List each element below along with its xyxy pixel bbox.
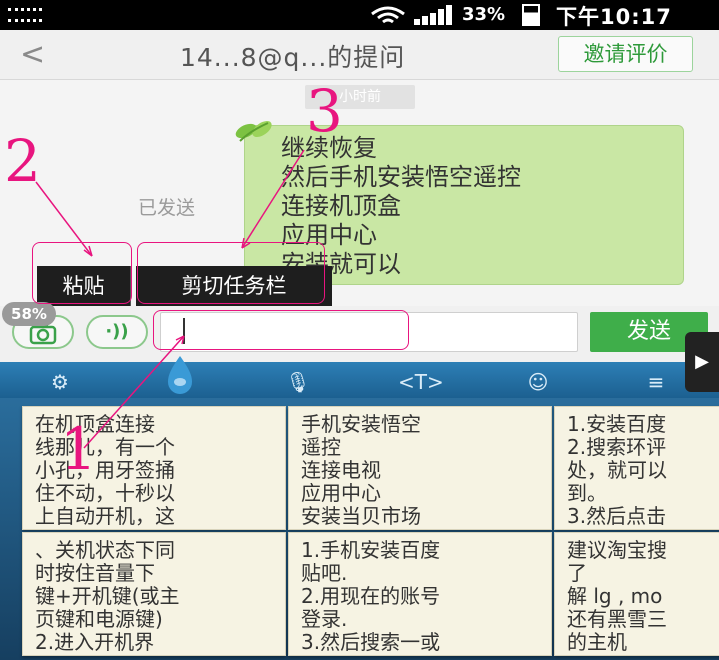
message-line: 连接机顶盒 [281, 192, 401, 220]
text-cursor-icon[interactable]: <T> [398, 368, 444, 396]
menu-icon[interactable]: ≡ [636, 368, 676, 396]
suggestion-line: 3.然后点击 [567, 504, 667, 528]
suggestion-line: 时按住音量下 [35, 561, 155, 585]
microphone-icon[interactable]: 🎙 [278, 368, 318, 396]
suggestion-line: 、关机状态下同 [35, 538, 175, 562]
voice-icon: ·)) [105, 321, 129, 342]
invite-review-button[interactable]: 邀请评价 [558, 36, 693, 72]
suggestion-line: 在机顶盒连接 [35, 412, 155, 436]
sent-status: 已发送 [138, 197, 196, 219]
text-caret [183, 318, 185, 344]
suggestion-card[interactable]: 在机顶盒连接 线那儿，有一个 小孔，用牙签捅 住不动，十秒以 上自动开机，这 [22, 406, 286, 530]
status-bar: 33% 下午10:17 [0, 0, 719, 30]
message-bubble[interactable]: 继续恢复 然后手机安装悟空遥控 连接机顶盒 应用中心 安装就可以 [244, 125, 684, 285]
suggestion-line: 解 lg , mo [567, 584, 663, 608]
suggestion-line: 线那儿，有一个 [35, 435, 175, 459]
leaf-icon [235, 121, 272, 142]
settings-icon[interactable]: ⚙ [40, 368, 80, 396]
voice-button[interactable]: ·)) [86, 315, 148, 349]
suggestion-line: 安装当贝市场 [301, 504, 421, 528]
message-line: 然后手机安装悟空遥控 [281, 163, 521, 191]
suggestion-line: 连接电视 [301, 458, 381, 482]
suggestion-panel: 在机顶盒连接 线那儿，有一个 小孔，用牙签捅 住不动，十秒以 上自动开机，这 手… [0, 398, 719, 660]
suggestion-line: 2.进入开机界 [35, 630, 155, 654]
suggestion-line: 到。 [567, 481, 607, 505]
wifi-icon [368, 6, 408, 26]
suggestion-line: 处，就可以 [567, 458, 667, 482]
expand-arrow-button[interactable]: ▶ [685, 332, 719, 392]
suggestion-card[interactable]: 1.安装百度 2.搜索环评 处，就可以 到。 3.然后点击 [554, 406, 719, 530]
suggestion-line: 页键和电源键) [35, 607, 163, 631]
suggestion-line: 2.用现在的账号 [301, 584, 441, 608]
app-header: < 14...8@q...的提问 邀请评价 [0, 30, 719, 80]
suggestion-line: 的主机 [567, 630, 627, 654]
battery-percent: 33% [462, 4, 506, 25]
message-time-tag: 小时前 [305, 85, 415, 109]
suggestion-card[interactable]: 1.手机安装百度 贴吧. 2.用现在的账号 登录. 3.然后搜索一或 [288, 532, 552, 656]
suggestion-line: 应用中心 [301, 481, 381, 505]
location-icon[interactable] [160, 354, 200, 398]
suggestion-line: 小孔，用牙签捅 [35, 458, 175, 482]
suggestion-line: 上自动开机，这 [35, 504, 175, 528]
suggestion-line: 手机安装悟空 [301, 412, 421, 436]
suggestion-line: 2.搜索环评 [567, 435, 667, 459]
suggestion-card[interactable]: 、关机状态下同 时按住音量下 键+开机键(或主 页键和电源键) 2.进入开机界 [22, 532, 286, 656]
cut-taskbar-menu-item[interactable]: 剪切任务栏 [136, 266, 332, 306]
suggestion-line: 登录. [301, 607, 348, 631]
paste-menu-item[interactable]: 粘贴 [37, 266, 131, 306]
back-button[interactable]: < [20, 37, 45, 72]
keyboard-toolbar: ⚙ 🎙 <T> ☺ ≡ [0, 362, 719, 400]
message-input[interactable] [160, 312, 578, 352]
signal-icon [414, 5, 458, 25]
suggestion-line: 键+开机键(或主 [35, 584, 180, 608]
suggestion-line: 遥控 [301, 435, 341, 459]
suggestion-line: 贴吧. [301, 561, 348, 585]
suggestion-line: 住不动，十秒以 [35, 481, 175, 505]
percent-badge: 58% [2, 302, 56, 326]
suggestion-line: 还有黑雪三 [567, 607, 667, 631]
suggestion-card[interactable]: 手机安装悟空 遥控 连接电视 应用中心 安装当贝市场 [288, 406, 552, 530]
suggestion-line: 3.然后搜索一或 [301, 630, 441, 654]
suggestion-line: 建议淘宝搜 [567, 538, 667, 562]
suggestion-line: 1.安装百度 [567, 412, 667, 436]
grid-icon [8, 8, 42, 22]
suggestion-card[interactable]: 建议淘宝搜 了 解 lg , mo 还有黑雪三 的主机 [554, 532, 719, 656]
suggestion-line: 1.手机安装百度 [301, 538, 441, 562]
page-title: 14...8@q...的提问 [180, 43, 406, 72]
message-line: 安装就可以 [281, 250, 401, 278]
message-line: 应用中心 [281, 221, 377, 249]
clock: 下午10:17 [556, 5, 672, 29]
battery-icon [522, 4, 540, 26]
message-line: 继续恢复 [281, 134, 377, 162]
suggestion-line: 了 [567, 561, 587, 585]
emoji-icon[interactable]: ☺ [518, 368, 558, 396]
annotation-number: 2 [4, 127, 41, 195]
